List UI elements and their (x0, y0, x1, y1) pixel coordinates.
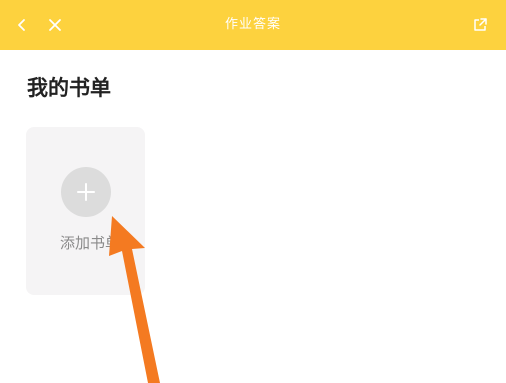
top-navigation-bar: 作业答案 (0, 0, 506, 50)
page-title: 作业答案 (224, 17, 281, 32)
section-title: 我的书单 (27, 76, 111, 100)
add-book-list-card[interactable]: 添加书单 (26, 127, 145, 295)
add-book-button[interactable] (61, 167, 111, 217)
share-icon (474, 18, 487, 31)
add-book-list-label: 添加书单 (60, 234, 121, 252)
share-button[interactable] (467, 12, 493, 38)
plus-icon (77, 183, 95, 201)
